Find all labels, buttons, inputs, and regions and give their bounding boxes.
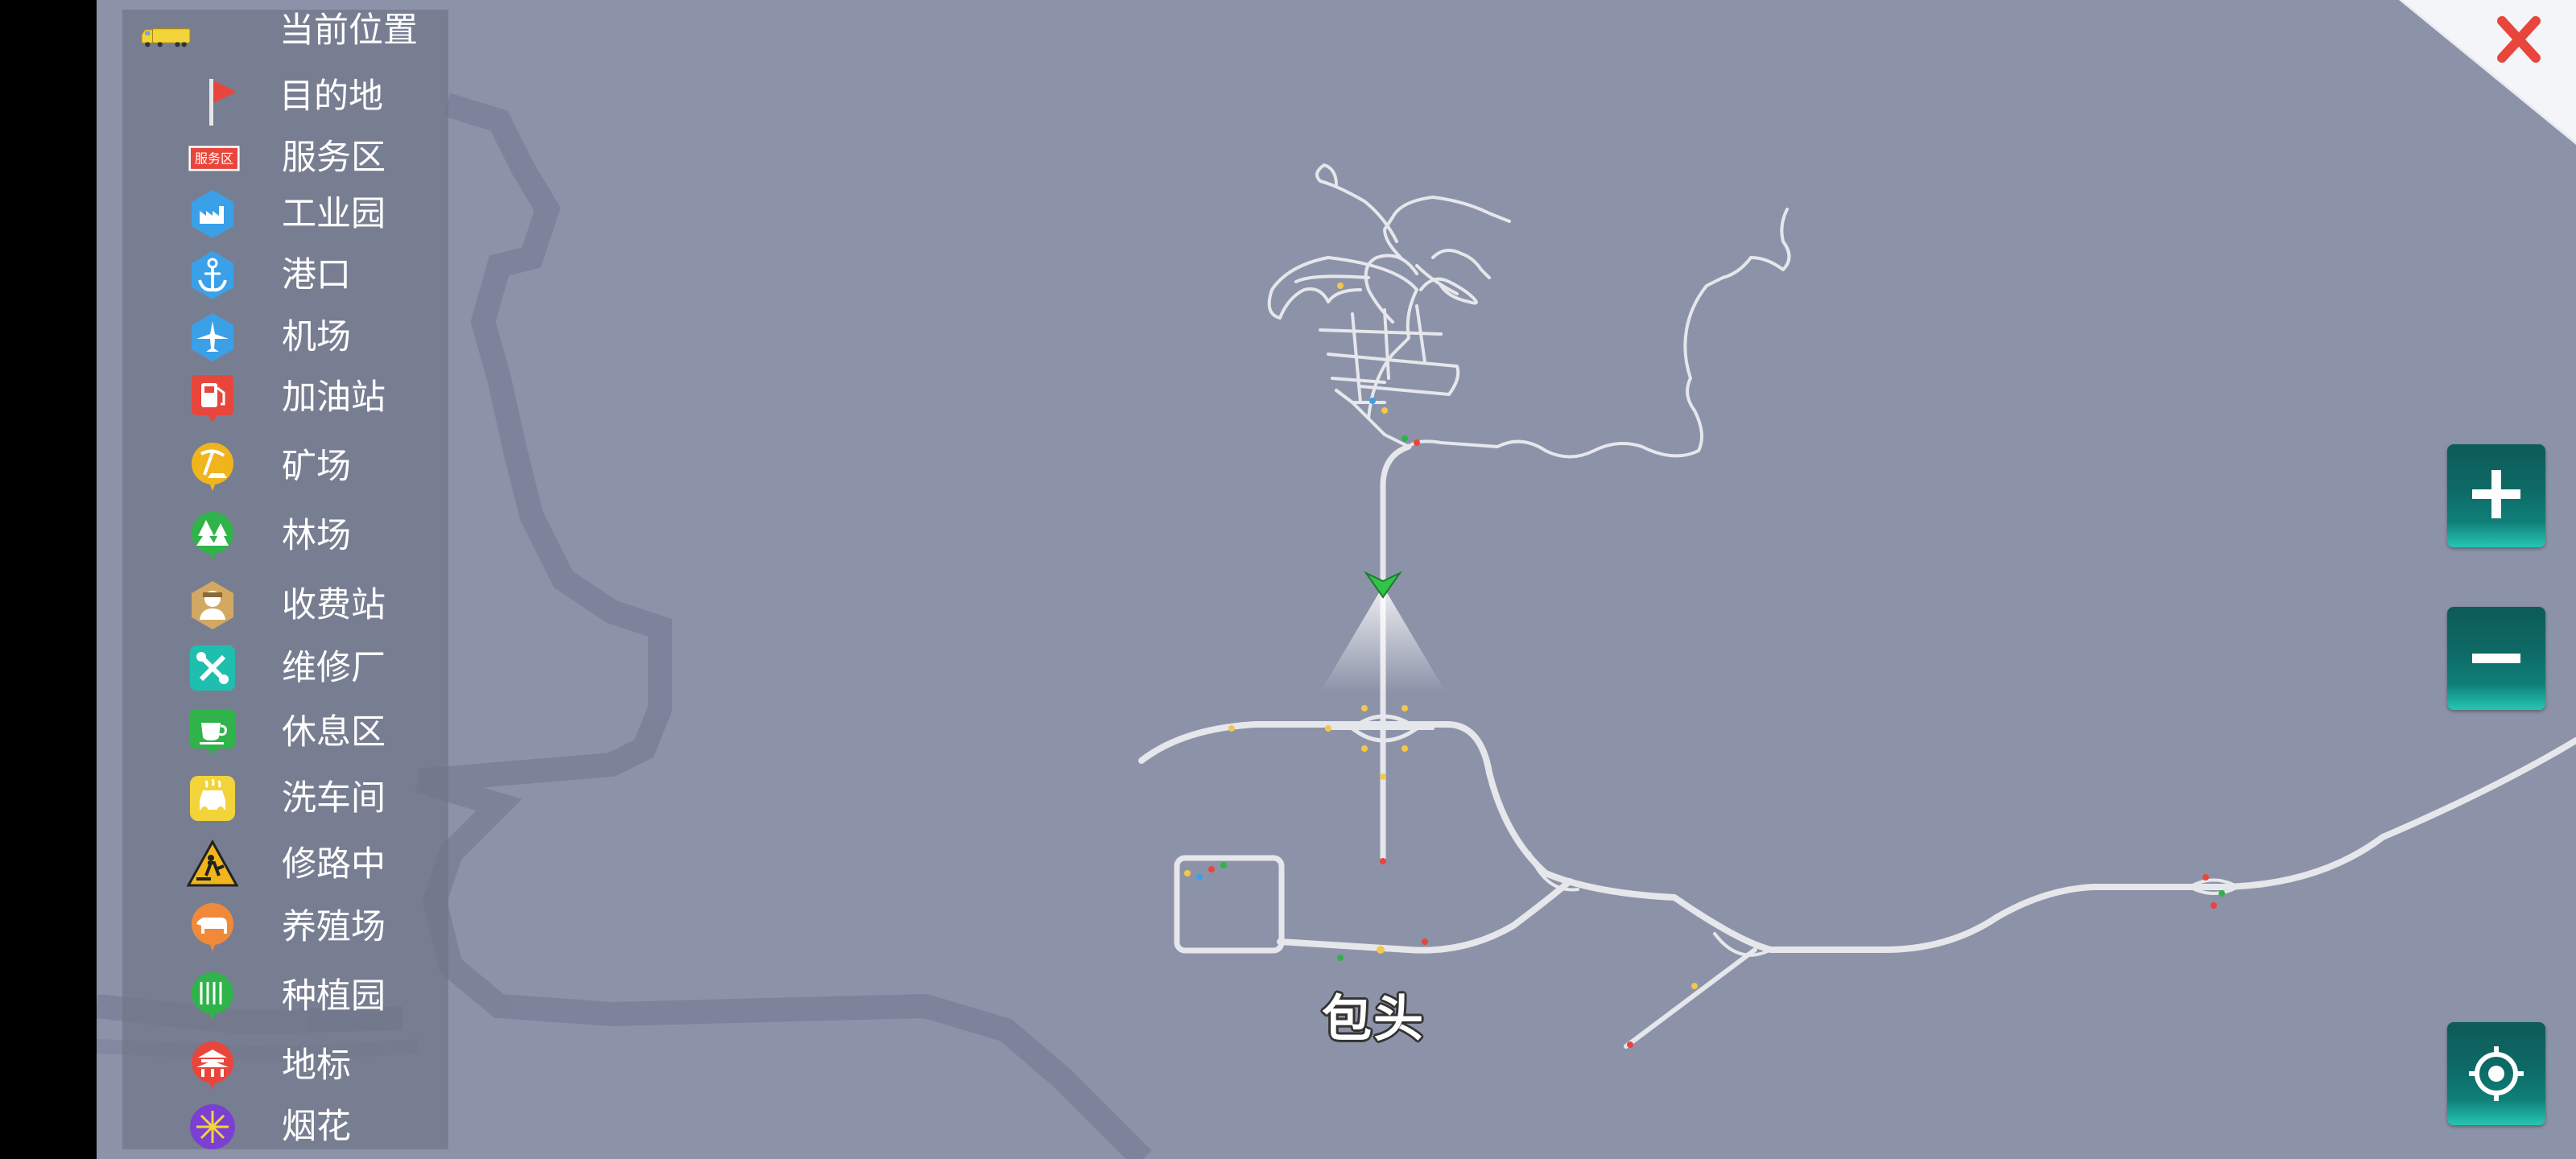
flag-icon — [187, 74, 238, 126]
crops-icon — [187, 971, 238, 1022]
legend-label: 目的地 — [279, 76, 383, 117]
coffee-cup-icon — [187, 707, 238, 758]
car-wash-icon — [187, 773, 238, 824]
legend-label: 工业园 — [282, 194, 386, 234]
toll-collector-icon — [187, 580, 238, 631]
map-screen: 包头 当前位置 目的地 服务区 服务区 工业园 港口 机场 加油站 矿场 林场 … — [0, 0, 2576, 1159]
service-area-badge-text: 服务区 — [195, 151, 233, 167]
minus-icon — [2472, 654, 2520, 663]
legend-label: 林场 — [282, 516, 351, 556]
legend-label: 矿场 — [282, 447, 351, 487]
plus-icon — [2472, 470, 2520, 518]
crosshair-icon — [2469, 1046, 2524, 1101]
legend-item-forest[interactable]: 林场 — [122, 510, 448, 562]
fuel-pump-icon — [187, 372, 238, 423]
legend-item-service-area[interactable]: 服务区 服务区 — [122, 132, 448, 184]
factory-icon — [187, 188, 238, 240]
legend-label: 养殖场 — [282, 907, 386, 947]
service-area-icon: 服务区 — [188, 132, 250, 184]
legend-label: 当前位置 — [279, 10, 418, 51]
legend-label: 服务区 — [282, 138, 386, 178]
map-legend: 当前位置 目的地 服务区 服务区 工业园 港口 机场 加油站 矿场 林场 收费站… — [122, 10, 448, 1149]
legend-label: 种植园 — [282, 976, 386, 1017]
legend-item-plantation[interactable]: 种植园 — [122, 971, 448, 1022]
road-work-icon — [187, 839, 238, 890]
legend-label: 收费站 — [282, 585, 386, 625]
anchor-icon — [187, 250, 238, 301]
legend-item-fireworks[interactable]: 烟花 — [122, 1101, 448, 1153]
close-button[interactable] — [2399, 0, 2576, 145]
legend-item-car-wash[interactable]: 洗车间 — [122, 773, 448, 824]
legend-label: 机场 — [282, 317, 351, 357]
legend-item-port[interactable]: 港口 — [122, 250, 448, 301]
legend-item-mine[interactable]: 矿场 — [122, 441, 448, 493]
airplane-icon — [187, 311, 238, 363]
legend-item-road-work[interactable]: 修路中 — [122, 839, 448, 890]
legend-item-industrial-park[interactable]: 工业园 — [122, 188, 448, 240]
legend-item-landmark[interactable]: 地标 — [122, 1040, 448, 1091]
city-label: 包头 — [1322, 989, 1426, 1048]
legend-label: 加油站 — [282, 377, 386, 418]
zoom-in-button[interactable] — [2447, 444, 2545, 547]
legend-item-farm[interactable]: 养殖场 — [122, 901, 448, 953]
legend-item-toll-station[interactable]: 收费站 — [122, 580, 448, 631]
truck-icon — [140, 11, 240, 63]
legend-label: 洗车间 — [282, 778, 386, 819]
tree-icon — [187, 510, 238, 562]
legend-label: 烟花 — [282, 1107, 351, 1147]
legend-label: 修路中 — [282, 844, 386, 885]
legend-label: 港口 — [282, 255, 351, 295]
zoom-out-button[interactable] — [2447, 607, 2545, 710]
cow-icon — [187, 901, 238, 953]
legend-item-airport[interactable]: 机场 — [122, 311, 448, 363]
wrench-icon — [187, 642, 238, 694]
legend-label: 维修厂 — [282, 648, 386, 688]
legend-label: 地标 — [282, 1046, 351, 1086]
legend-item-current-position[interactable]: 当前位置 — [122, 10, 448, 63]
locate-button[interactable] — [2447, 1022, 2545, 1125]
fireworks-icon — [187, 1101, 238, 1153]
landmark-icon — [187, 1040, 238, 1091]
legend-label: 休息区 — [282, 712, 386, 753]
heading-beam — [1320, 586, 1446, 692]
map-view[interactable]: 包头 — [97, 0, 2576, 1159]
pickaxe-icon — [187, 441, 238, 493]
legend-item-repair-shop[interactable]: 维修厂 — [122, 642, 448, 694]
legend-item-gas-station[interactable]: 加油站 — [122, 372, 448, 423]
legend-item-destination[interactable]: 目的地 — [122, 74, 448, 126]
legend-item-rest-area[interactable]: 休息区 — [122, 707, 448, 758]
